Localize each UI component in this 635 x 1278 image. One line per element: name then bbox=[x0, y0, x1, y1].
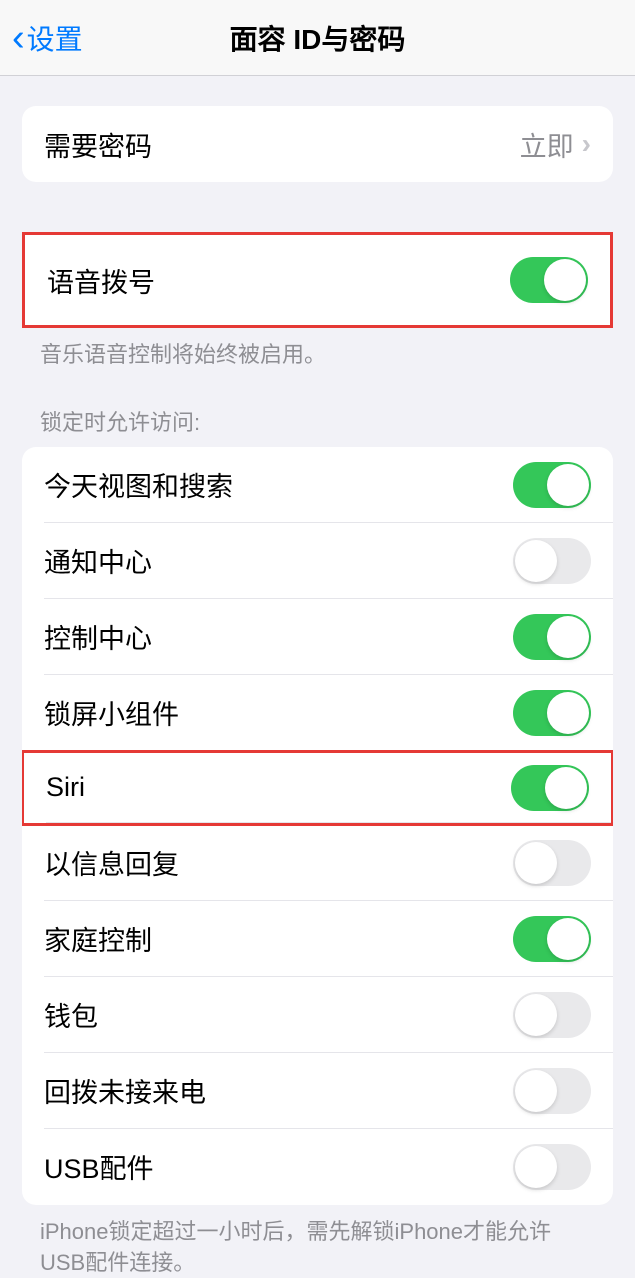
lock-access-row: 通知中心 bbox=[22, 523, 613, 599]
lock-access-item-label: USB配件 bbox=[44, 1147, 154, 1186]
lock-access-toggle[interactable] bbox=[513, 1144, 591, 1190]
page-title: 面容 ID与密码 bbox=[230, 18, 406, 58]
lock-access-row: 家庭控制 bbox=[22, 901, 613, 977]
lock-access-toggle[interactable] bbox=[513, 690, 591, 736]
navigation-bar: ‹ 设置 面容 ID与密码 bbox=[0, 0, 635, 76]
require-passcode-row[interactable]: 需要密码 立即 › bbox=[22, 106, 613, 182]
lock-access-item-label: 以信息回复 bbox=[44, 843, 179, 882]
require-passcode-label: 需要密码 bbox=[44, 125, 152, 164]
lock-access-row: 回拨未接来电 bbox=[22, 1053, 613, 1129]
lock-access-group: 今天视图和搜索通知中心控制中心锁屏小组件 Siri 以信息回复家庭控制钱包回拨未接来… bbox=[22, 447, 613, 1205]
voice-dial-footer: 音乐语音控制将始终被启用。 bbox=[40, 340, 595, 371]
require-passcode-value: 立即 bbox=[520, 125, 574, 164]
lock-access-row: 控制中心 bbox=[22, 599, 613, 675]
require-passcode-group: 需要密码 立即 › bbox=[22, 106, 613, 182]
voice-dial-group: 语音拨号 bbox=[22, 232, 613, 328]
voice-dial-toggle[interactable] bbox=[510, 257, 588, 303]
lock-access-item-label: 钱包 bbox=[44, 995, 98, 1034]
lock-access-row: 钱包 bbox=[22, 977, 613, 1053]
voice-dial-row: 语音拨号 bbox=[25, 235, 610, 325]
lock-access-item-label: 回拨未接来电 bbox=[44, 1071, 206, 1110]
lock-access-toggle[interactable] bbox=[513, 538, 591, 584]
lock-access-header: 锁定时允许访问: bbox=[40, 405, 595, 437]
lock-access-toggle[interactable] bbox=[513, 916, 591, 962]
lock-access-item-label: 控制中心 bbox=[44, 617, 152, 656]
lock-access-toggle[interactable] bbox=[513, 1068, 591, 1114]
lock-access-row: 锁屏小组件 bbox=[22, 675, 613, 751]
lock-access-item-label: 通知中心 bbox=[44, 541, 152, 580]
back-button[interactable]: ‹ 设置 bbox=[12, 18, 83, 58]
lock-access-toggle[interactable] bbox=[513, 992, 591, 1038]
lock-access-row: USB配件 bbox=[22, 1129, 613, 1205]
back-label: 设置 bbox=[27, 18, 83, 58]
lock-access-toggle[interactable] bbox=[513, 840, 591, 886]
lock-access-toggle[interactable] bbox=[511, 765, 589, 811]
lock-access-toggle[interactable] bbox=[513, 614, 591, 660]
lock-access-item-label: 今天视图和搜索 bbox=[44, 465, 233, 504]
lock-access-item-label: Siri bbox=[46, 772, 85, 803]
lock-access-footer: iPhone锁定超过一小时后，需先解锁iPhone才能允许USB配件连接。 bbox=[40, 1217, 595, 1278]
voice-dial-label: 语音拨号 bbox=[47, 261, 155, 300]
lock-access-item-label: 锁屏小组件 bbox=[44, 693, 179, 732]
chevron-left-icon: ‹ bbox=[12, 19, 25, 57]
lock-access-row: Siri bbox=[22, 750, 613, 826]
chevron-right-icon: › bbox=[582, 128, 591, 160]
lock-access-row: 以信息回复 bbox=[22, 825, 613, 901]
lock-access-item-label: 家庭控制 bbox=[44, 919, 152, 958]
lock-access-toggle[interactable] bbox=[513, 462, 591, 508]
lock-access-row: 今天视图和搜索 bbox=[22, 447, 613, 523]
